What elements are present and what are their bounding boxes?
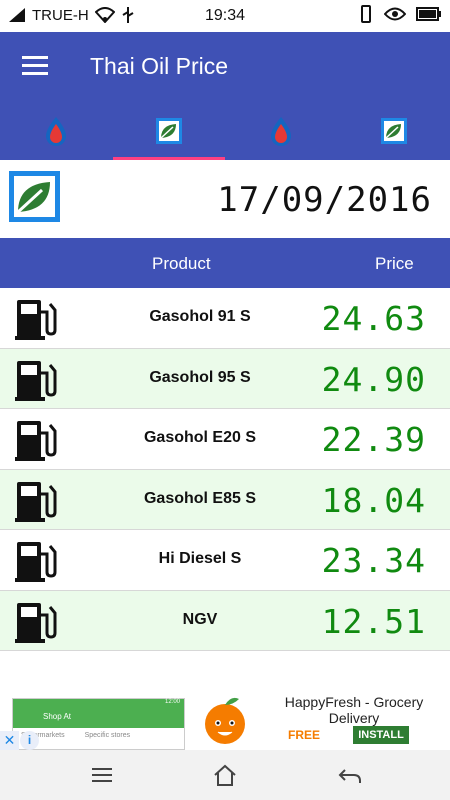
price-list: Gasohol 91 S 24.63 Gasohol 95 S 24.90 Ga… — [0, 288, 450, 651]
ptt-drop-icon — [46, 117, 67, 146]
table-header: Product Price — [0, 238, 450, 288]
bangchak-leaf-icon — [155, 118, 182, 144]
fuel-pump-icon — [15, 602, 57, 643]
product-price: 22.39 — [321, 420, 426, 459]
eye-icon — [384, 7, 406, 21]
header-product: Product — [152, 254, 211, 273]
ptt-drop-icon — [271, 117, 292, 146]
fuel-pump-icon — [15, 360, 57, 401]
tab-bangchak-2[interactable] — [338, 102, 450, 160]
tab-ptt-1[interactable] — [0, 102, 113, 160]
product-price: 18.04 — [321, 480, 426, 520]
ad-price-label: FREE — [288, 728, 321, 742]
product-name: Gasohol 95 S — [149, 368, 251, 386]
ad-install-button[interactable]: INSTALL — [353, 726, 409, 744]
table-row[interactable]: Gasohol E85 S 18.04 — [0, 469, 450, 530]
table-row[interactable]: Gasohol 91 S 24.63 — [0, 288, 450, 349]
battery-icon — [416, 7, 441, 21]
product-name: Gasohol E85 S — [143, 489, 257, 507]
ad-close-icon[interactable]: ✕ — [0, 731, 19, 750]
product-name: Gasohol 91 S — [149, 308, 251, 325]
happyfresh-app-icon — [205, 697, 245, 744]
header-price: Price — [375, 254, 414, 273]
table-row[interactable]: Gasohol 95 S 24.90 — [0, 348, 450, 409]
product-price: 24.90 — [321, 359, 426, 399]
table-row[interactable]: Hi Diesel S 23.34 — [0, 530, 450, 591]
bangchak-leaf-icon — [380, 118, 407, 144]
tab-ptt-2[interactable] — [225, 102, 338, 160]
product-price: 12.51 — [321, 601, 426, 641]
ad-preview-time: 12:00 — [164, 699, 180, 705]
ad-banner[interactable]: 12:00 Shop At Supermarkets Specific stor… — [0, 688, 450, 750]
ad-title: HappyFresh - Grocery Delivery — [284, 694, 424, 726]
table-row[interactable]: Gasohol E20 S 22.39 — [0, 409, 450, 470]
fuel-pump-icon — [15, 421, 57, 461]
date-row: 17/09/2016 — [0, 160, 450, 238]
system-nav-bar — [0, 750, 450, 800]
ad-info-icon[interactable]: i — [20, 731, 39, 750]
product-name: NGV — [182, 610, 218, 628]
ad-preview-col2: Specific stores — [84, 732, 131, 739]
back-icon[interactable] — [336, 762, 364, 788]
brand-tabs — [0, 102, 450, 160]
app-bar: Thai Oil Price — [0, 32, 450, 102]
product-price: 23.34 — [321, 541, 426, 580]
home-icon[interactable] — [211, 762, 239, 788]
table-row[interactable]: NGV 12.51 — [0, 590, 450, 651]
status-right — [358, 5, 442, 23]
product-name: Hi Diesel S — [158, 550, 242, 567]
product-price: 24.63 — [321, 299, 426, 338]
menu-lines-icon[interactable] — [88, 762, 116, 788]
bangchak-logo-icon — [9, 171, 60, 222]
ad-preview-heading: Shop At — [13, 706, 184, 728]
status-bar: TRUE-H 19:34 — [0, 0, 450, 32]
app-title: Thai Oil Price — [90, 53, 229, 79]
fuel-pump-icon — [15, 300, 57, 340]
price-date: 17/09/2016 — [217, 180, 432, 220]
phone-vibrate-icon — [361, 5, 371, 23]
fuel-pump-icon — [15, 542, 57, 582]
hamburger-menu-icon[interactable] — [22, 56, 48, 76]
fuel-pump-icon — [15, 481, 57, 522]
ad-preview-statusbar: 12:00 — [13, 699, 184, 706]
product-name: Gasohol E20 S — [143, 429, 257, 446]
tab-bangchak-1[interactable] — [112, 102, 226, 160]
